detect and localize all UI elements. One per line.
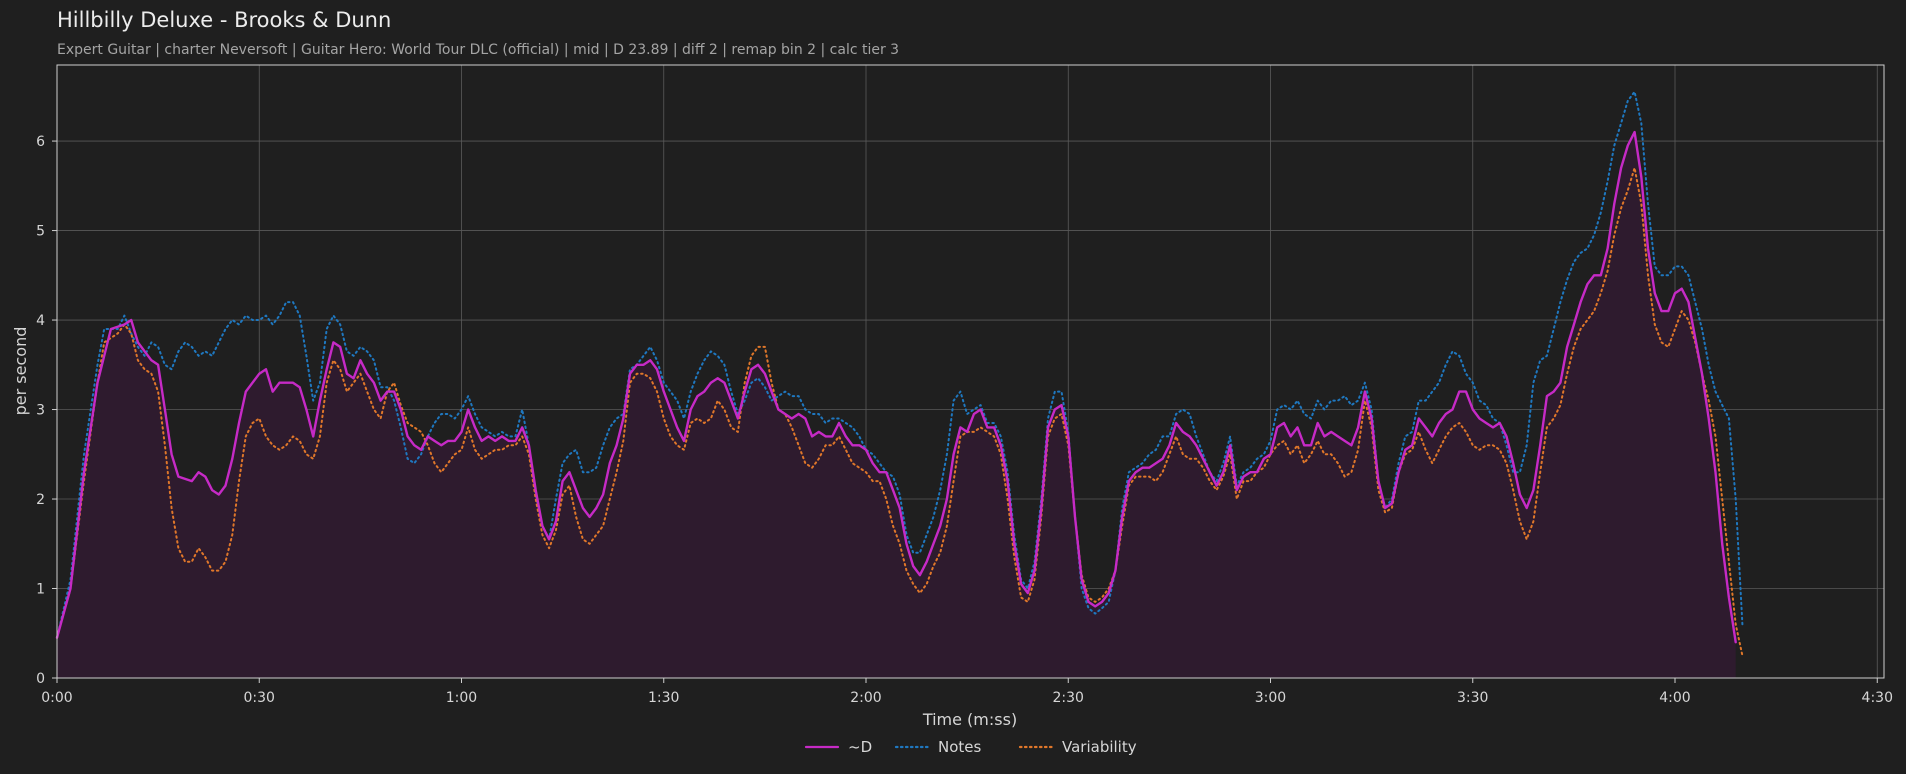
x-tick-label: 1:30 (648, 690, 679, 706)
x-tick-label: 2:00 (850, 690, 881, 706)
x-tick-label: 3:00 (1255, 690, 1286, 706)
x-tick-label: 0:00 (41, 690, 72, 706)
y-axis-ticks: 0 1 2 3 4 5 6 (36, 134, 57, 687)
y-tick-label: 2 (36, 492, 45, 508)
y-axis-label: per second (11, 327, 30, 416)
legend-label-2: Variability (1062, 738, 1137, 756)
x-axis-label: Time (m:ss) (922, 710, 1017, 729)
x-tick-label: 1:00 (446, 690, 477, 706)
x-tick-label: 2:30 (1053, 690, 1084, 706)
x-tick-label: 3:30 (1457, 690, 1488, 706)
y-tick-label: 6 (36, 134, 45, 150)
series-area-0 (57, 132, 1736, 679)
chart-subtitle: Expert Guitar | charter Neversoft | Guit… (57, 42, 899, 58)
legend-label-0: ~D (848, 738, 872, 756)
x-axis-ticks: 0:00 0:30 1:00 1:30 2:00 2:30 3:00 3:30 4:00 4:30 (41, 678, 1893, 706)
x-tick-label: 0:30 (244, 690, 275, 706)
legend: ~D Notes Variability (804, 738, 1137, 756)
y-tick-label: 1 (36, 582, 45, 598)
chart-title: Hillbilly Deluxe - Brooks & Dunn (57, 8, 391, 32)
area-layer (57, 132, 1736, 679)
y-tick-label: 3 (36, 403, 45, 419)
legend-label-1: Notes (938, 738, 982, 756)
x-tick-label: 4:30 (1862, 690, 1893, 706)
y-tick-label: 0 (36, 671, 45, 687)
x-tick-label: 4:00 (1659, 690, 1690, 706)
y-tick-label: 4 (36, 313, 45, 329)
chart: Hillbilly Deluxe - Brooks & Dunn Expert … (11, 8, 1893, 756)
y-tick-label: 5 (36, 224, 45, 240)
